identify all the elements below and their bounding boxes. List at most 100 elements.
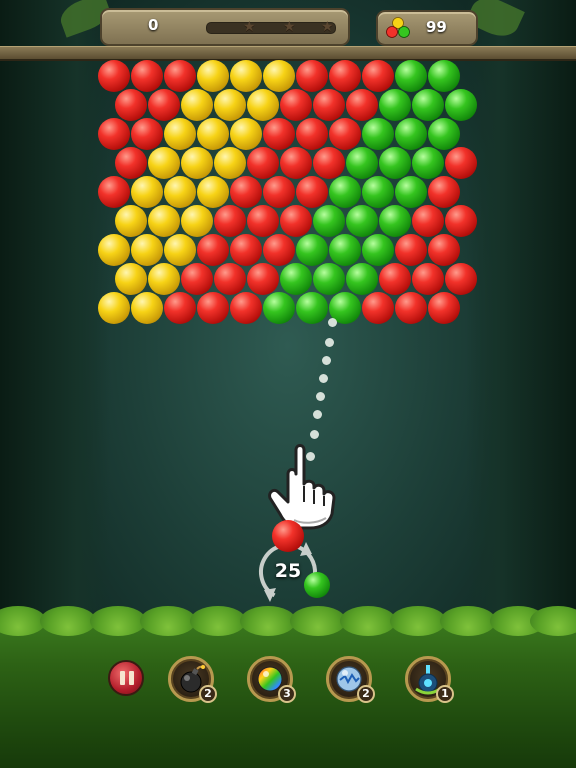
green-bubble	[428, 118, 460, 150]
yellow-bubble	[131, 292, 163, 324]
red-bubble	[131, 60, 163, 92]
red-bubble	[180, 263, 213, 295]
rainbow-booster-button[interactable]: 3	[247, 656, 296, 703]
green-bubble	[296, 292, 328, 324]
yellow-bubble	[164, 234, 196, 266]
red-bubble	[98, 118, 130, 150]
red-bubble	[444, 147, 477, 179]
green-bubble	[378, 89, 411, 121]
aim-dot	[313, 410, 322, 419]
red-bubble	[444, 263, 477, 295]
red-bubble	[114, 89, 147, 121]
red-bubble	[213, 263, 246, 295]
red-bubble	[312, 147, 345, 179]
pause-button[interactable]	[108, 660, 144, 696]
green-bubble	[345, 205, 378, 237]
red-bubble	[246, 263, 279, 295]
yellow-bubble	[180, 147, 213, 179]
red-bubble	[263, 234, 295, 266]
green-bubble	[279, 263, 312, 295]
aim-dot	[322, 356, 331, 365]
red-bubble	[444, 205, 477, 237]
yellow-bubble	[180, 205, 213, 237]
yellow-bubble	[197, 118, 229, 150]
red-bubble	[197, 292, 229, 324]
green-bubble	[362, 234, 394, 266]
green-bubble	[329, 234, 361, 266]
booster-count: 2	[357, 685, 375, 703]
yellow-bubble	[263, 60, 295, 92]
booster-count: 1	[436, 685, 454, 703]
red-bubble	[164, 292, 196, 324]
red-bubble	[411, 205, 444, 237]
green-bubble	[395, 60, 427, 92]
green-bubble	[345, 263, 378, 295]
red-bubble	[279, 205, 312, 237]
yellow-bubble	[213, 147, 246, 179]
red-bubble	[131, 118, 163, 150]
red-bubble	[213, 205, 246, 237]
yellow-bubble	[164, 176, 196, 208]
red-bubble	[312, 89, 345, 121]
red-bubble	[345, 89, 378, 121]
grass-tuft	[340, 606, 396, 636]
red-bubble	[362, 292, 394, 324]
green-bubble	[411, 147, 444, 179]
grass-tuft	[90, 606, 146, 636]
green-bubble	[378, 147, 411, 179]
pointing-hand-icon	[268, 444, 336, 530]
red-bubble	[230, 292, 262, 324]
grass-tuft	[440, 606, 496, 636]
green-bubble	[411, 89, 444, 121]
red-bubble	[428, 176, 460, 208]
yellow-bubble	[114, 263, 147, 295]
green-bubble	[263, 292, 295, 324]
bomb-booster-button[interactable]: 2	[168, 656, 217, 703]
red-bubble	[98, 60, 130, 92]
green-bubble	[362, 176, 394, 208]
red-bubble	[378, 263, 411, 295]
green-bubble	[329, 176, 361, 208]
red-bubble	[98, 176, 130, 208]
red-bubble	[428, 292, 460, 324]
red-bubble	[296, 176, 328, 208]
yellow-bubble	[98, 292, 130, 324]
green-bubble	[428, 60, 460, 92]
red-bubble	[428, 234, 460, 266]
yellow-bubble	[230, 60, 262, 92]
current-bubble[interactable]	[272, 520, 304, 552]
aim-dot	[328, 318, 337, 327]
red-bubble	[279, 89, 312, 121]
red-bubble	[230, 176, 262, 208]
red-bubble	[246, 147, 279, 179]
booster-count: 3	[278, 685, 296, 703]
grass-tuft	[40, 606, 96, 636]
yellow-bubble	[164, 118, 196, 150]
green-bubble	[312, 205, 345, 237]
red-bubble	[329, 118, 361, 150]
red-bubble	[296, 118, 328, 150]
yellow-bubble	[197, 176, 229, 208]
grass-tuft	[190, 606, 246, 636]
yellow-bubble	[147, 205, 180, 237]
green-bubble	[378, 205, 411, 237]
green-bubble	[362, 118, 394, 150]
lightning-booster-button[interactable]: 2	[326, 656, 375, 703]
grass-tuft	[390, 606, 446, 636]
yellow-bubble	[147, 263, 180, 295]
yellow-bubble	[114, 205, 147, 237]
red-bubble	[411, 263, 444, 295]
yellow-bubble	[213, 89, 246, 121]
yellow-bubble	[131, 234, 163, 266]
grass-tuft	[290, 606, 346, 636]
red-bubble	[329, 60, 361, 92]
red-bubble	[296, 60, 328, 92]
yellow-bubble	[98, 234, 130, 266]
green-bubble	[296, 234, 328, 266]
aim-booster-button[interactable]: 1	[405, 656, 454, 703]
game-scene[interactable]: 0 ★ ★ ★ 99 25 2 3 2 1	[0, 0, 576, 768]
green-bubble	[345, 147, 378, 179]
red-bubble	[263, 176, 295, 208]
red-bubble	[147, 89, 180, 121]
red-bubble	[114, 147, 147, 179]
